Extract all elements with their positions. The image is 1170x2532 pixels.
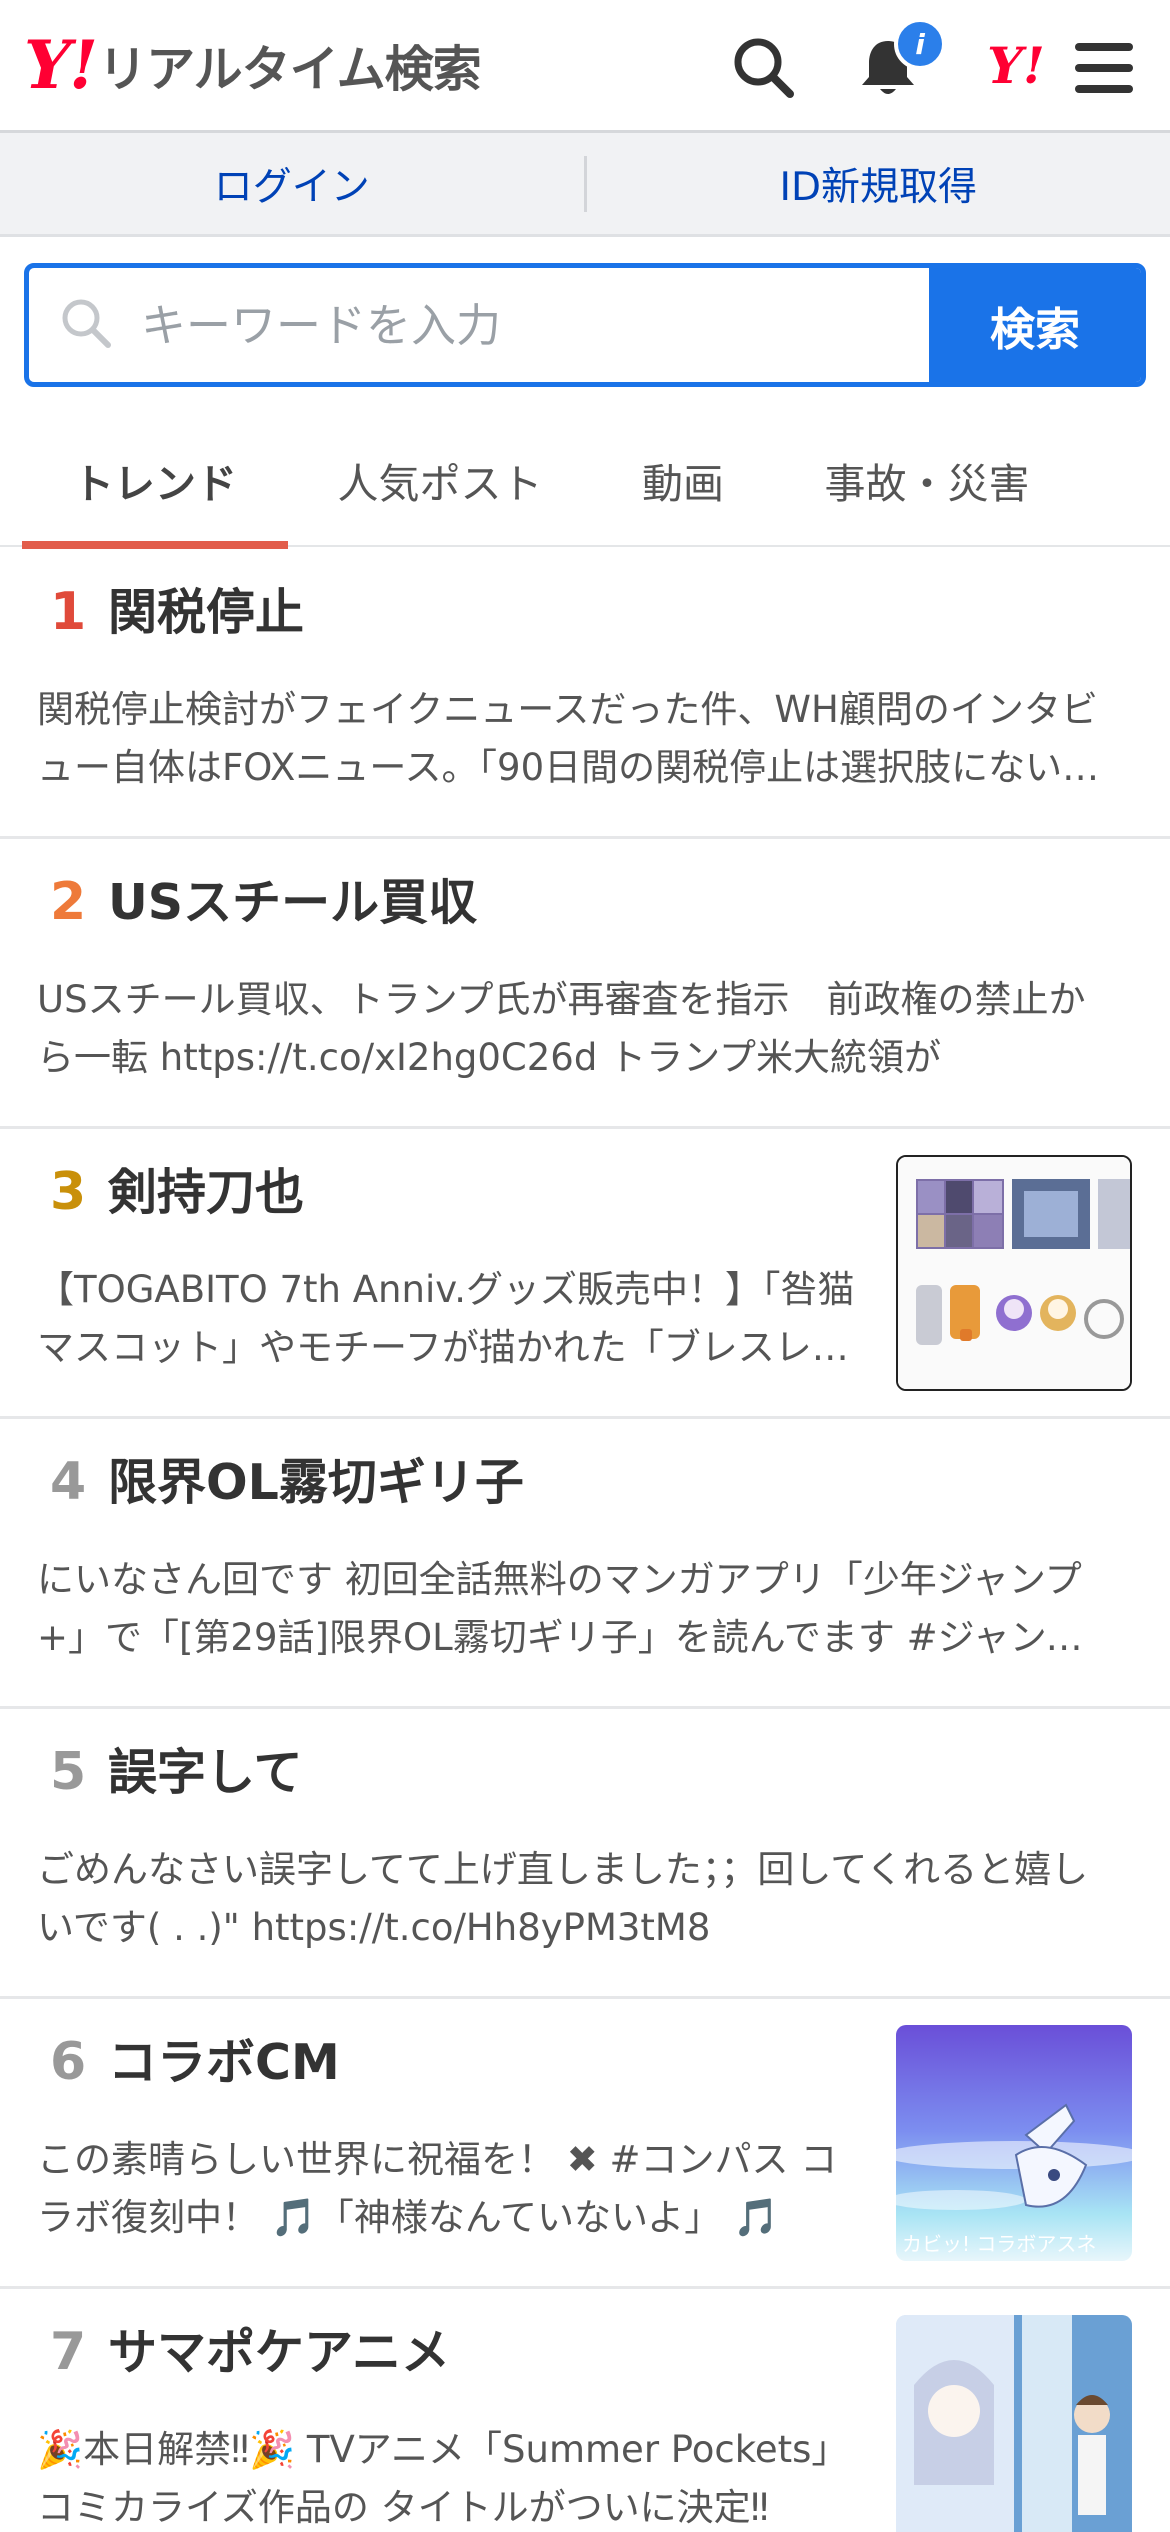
trend-rank: 6: [50, 2032, 87, 2092]
thumbnail-caption: カビッ! コラボアスネ: [902, 2232, 1097, 2256]
tab-accident-disaster[interactable]: 事故・災害: [790, 412, 1064, 547]
trend-title[interactable]: 限界OL霧切ギリ子: [108, 1451, 524, 1515]
app-header: Y! リアルタイム検索 i Y!: [0, 0, 1170, 133]
trend-rank: 5: [50, 1742, 87, 1802]
account-bar: ログイン ID新規取得: [0, 133, 1170, 237]
login-link[interactable]: ログイン: [0, 156, 584, 212]
yahoo-logo-mark: Y!: [24, 26, 98, 104]
trend-title[interactable]: 剣持刀也: [108, 1161, 304, 1225]
yahoo-top-link-icon[interactable]: Y!: [966, 30, 1066, 100]
trend-item[interactable]: 3 剣持刀也 【TOGABITO 7th Anniv.グッズ販売中！】「咎猫マス…: [0, 1129, 1170, 1419]
notification-badge: i: [894, 18, 946, 70]
search-button[interactable]: 検索: [929, 268, 1141, 382]
trend-description: 【TOGABITO 7th Anniv.グッズ販売中！】「咎猫マスコット」やモチ…: [37, 1268, 855, 1369]
trend-rank: 2: [50, 872, 87, 932]
tab-bar: トレンド 人気ポスト 動画 事故・災害: [0, 412, 1170, 549]
tab-popular-posts[interactable]: 人気ポスト: [310, 412, 570, 547]
search-field: [29, 268, 929, 382]
tab-video[interactable]: 動画: [600, 412, 766, 547]
yahoo-realtime-logo[interactable]: Y! リアルタイム検索: [24, 26, 482, 104]
trend-title[interactable]: サマポケアニメ: [108, 2321, 450, 2385]
logo-title: リアルタイム検索: [98, 40, 482, 98]
trend-rank: 7: [50, 2322, 87, 2382]
signup-link[interactable]: ID新規取得: [587, 156, 1170, 212]
trend-title[interactable]: USスチール買収: [108, 871, 477, 935]
trend-item[interactable]: 6 コラボCM この素晴らしい世界に祝福を！ ✖ #コンパス コラボ復刻中！ 🎵…: [0, 1999, 1170, 2289]
trend-title[interactable]: 関税停止: [108, 581, 304, 645]
trend-list: 1 関税停止 関税停止検討がフェイクニュースだった件、WH顧問のインタビュー自体…: [0, 549, 1170, 2532]
trend-item[interactable]: 5 誤字して ごめんなさい誤字してて上げ直しました；；回してくれると嬉しいです(…: [0, 1709, 1170, 1999]
trend-rank: 3: [50, 1162, 87, 1222]
trend-item[interactable]: 4 限界OL霧切ギリ子 にいなさん回です 初回全話無料のマンガアプリ「少年ジャン…: [0, 1419, 1170, 1709]
trend-title[interactable]: コラボCM: [108, 2031, 340, 2095]
trend-description: 🎉本日解禁‼🎉 TVアニメ「Summer Pockets」コミカライズ作品の タ…: [37, 2428, 849, 2529]
trend-description: USスチール買収、トランプ氏が再審査を指示 前政権の禁止から一転 https:/…: [37, 978, 1086, 1079]
trend-description: この素晴らしい世界に祝福を！ ✖ #コンパス コラボ復刻中！ 🎵「神様なんていな…: [37, 2138, 838, 2239]
trend-thumbnail[interactable]: カビッ! コラボアスネ: [896, 2025, 1132, 2261]
trend-thumbnail[interactable]: [896, 1155, 1132, 1391]
trend-description: ごめんなさい誤字してて上げ直しました；；回してくれると嬉しいです( . .)" …: [37, 1848, 1089, 1949]
trend-description: 関税停止検討がフェイクニュースだった件、WH顧問のインタビュー自体はFOXニュー…: [37, 688, 1100, 789]
trend-title[interactable]: 誤字して: [108, 1741, 303, 1805]
trend-item[interactable]: 2 USスチール買収 USスチール買収、トランプ氏が再審査を指示 前政権の禁止か…: [0, 839, 1170, 1129]
search-input[interactable]: [141, 298, 841, 352]
trend-item[interactable]: 1 関税停止 関税停止検討がフェイクニュースだった件、WH顧問のインタビュー自体…: [0, 549, 1170, 839]
search-icon[interactable]: [724, 28, 804, 108]
trend-rank: 1: [50, 582, 87, 642]
trend-item[interactable]: 7 サマポケアニメ 🎉本日解禁‼🎉 TVアニメ「Summer Pockets」コ…: [0, 2289, 1170, 2532]
menu-icon[interactable]: [1064, 28, 1144, 108]
trend-thumbnail[interactable]: [896, 2315, 1132, 2532]
trend-description: にいなさん回です 初回全話無料のマンガアプリ「少年ジャンプ+」で「[第29話]限…: [37, 1558, 1083, 1659]
search-field-icon: [59, 296, 113, 354]
tab-trend[interactable]: トレンド: [22, 412, 288, 549]
search-form: 検索: [24, 263, 1146, 387]
trend-rank: 4: [50, 1452, 87, 1512]
